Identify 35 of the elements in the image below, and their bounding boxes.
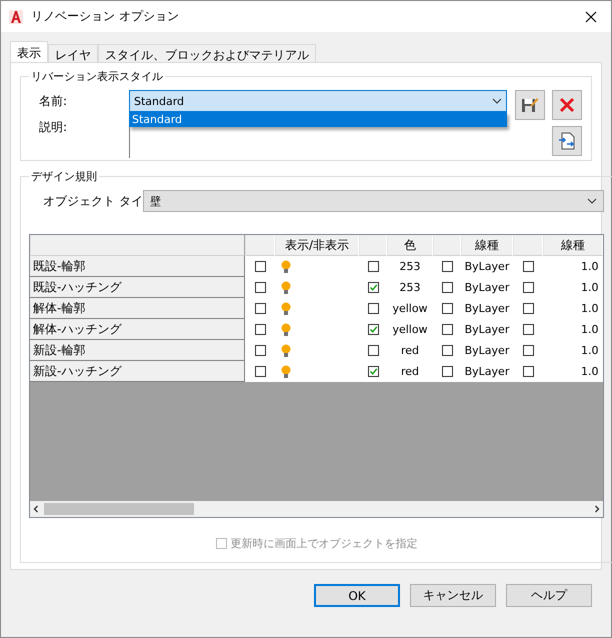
table-cell: 253: [400, 281, 420, 294]
column-header: 色: [387, 235, 433, 256]
table-cell: 1.0: [581, 365, 598, 378]
row-header: 新設-輪郭: [30, 340, 245, 361]
table-cell: 1.0: [581, 281, 598, 294]
row-header: 新設-ハッチング: [30, 361, 245, 382]
table-cell: red: [400, 344, 420, 357]
table-cell: ByLayer: [464, 302, 510, 315]
row-header: 解体-輪郭: [30, 298, 245, 319]
column-header: 線種: [543, 235, 603, 256]
table-cell: 1.0: [581, 323, 598, 336]
table-cell: ByLayer: [464, 281, 510, 294]
column-header: 表示/非表示: [275, 235, 359, 256]
table-cell: ByLayer: [464, 260, 510, 273]
checkbox-label: 更新時に画面上でオブジェクトを指定: [230, 536, 418, 551]
table-cell: red: [400, 365, 420, 378]
field-label: オブジェクト タイ: [43, 192, 143, 210]
group-title: デザイン規則: [30, 169, 98, 184]
table-cell: ByLayer: [464, 365, 510, 378]
table-cell: ByLayer: [464, 344, 510, 357]
table-cell: 1.0: [581, 260, 598, 273]
row-header: 既設-輪郭: [30, 256, 245, 277]
field-label: 名前:: [39, 92, 68, 110]
table-cell: 1.0: [581, 344, 598, 357]
table-cell: yellow: [392, 323, 428, 336]
column-header: 線種: [461, 235, 513, 256]
window-title: リノベーション オプション: [31, 8, 180, 25]
table-cell: ByLayer: [464, 323, 510, 336]
group-title: リバーション表示スタイル: [30, 69, 164, 84]
row-header: 解体-ハッチング: [30, 319, 245, 340]
table-cell: yellow: [392, 302, 428, 315]
row-header: 既設-ハッチング: [30, 277, 245, 298]
table-cell: 253: [400, 260, 420, 273]
table-cell: 1.0: [581, 302, 598, 315]
field-label: 説明:: [39, 118, 68, 136]
